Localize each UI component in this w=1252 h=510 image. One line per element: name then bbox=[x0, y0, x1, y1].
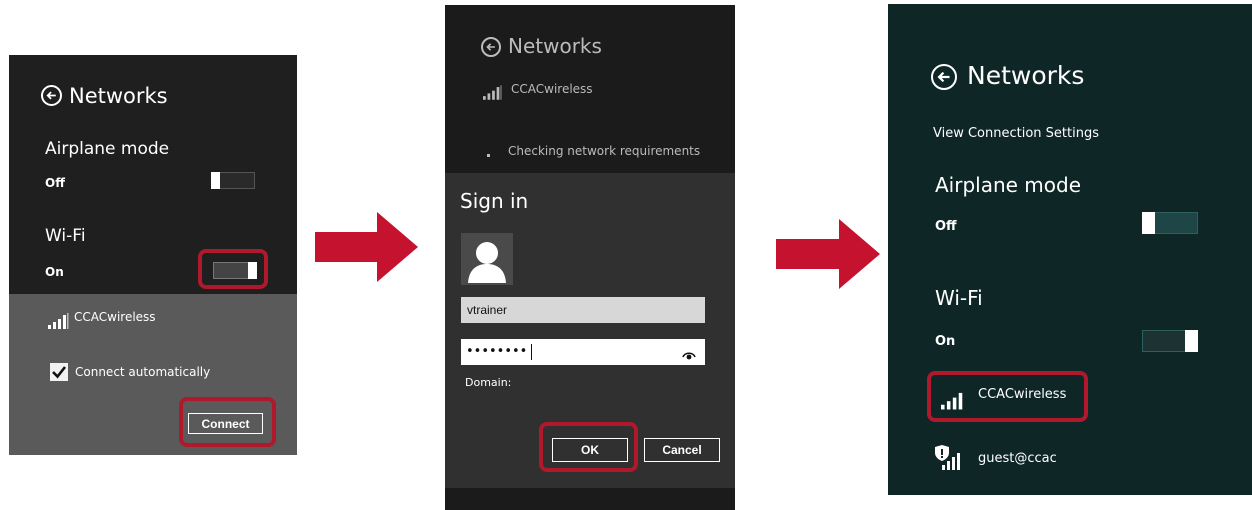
wifi-state: On bbox=[45, 265, 64, 279]
network-name-2[interactable]: guest@ccac bbox=[978, 451, 1057, 466]
check-icon bbox=[52, 366, 67, 379]
connect-automatically-label: Connect automatically bbox=[75, 365, 211, 379]
wifi-signal-icon bbox=[48, 313, 70, 329]
view-connection-settings-link[interactable]: View Connection Settings bbox=[933, 126, 1099, 141]
airplane-mode-label: Airplane mode bbox=[45, 139, 170, 159]
right-arrow-icon bbox=[315, 212, 418, 282]
wifi-label: Wi-Fi bbox=[45, 226, 86, 246]
wifi-toggle-highlight bbox=[198, 249, 268, 289]
connect-button-highlight bbox=[179, 397, 276, 447]
cancel-button[interactable]: Cancel bbox=[644, 438, 720, 462]
connect-automatically-checkbox[interactable] bbox=[50, 363, 68, 381]
connection-status: Checking network requirements bbox=[508, 144, 701, 158]
airplane-mode-state: Off bbox=[935, 219, 957, 234]
airplane-mode-label: Airplane mode bbox=[935, 173, 1082, 197]
dialog-title: Sign in bbox=[460, 189, 529, 213]
panel-title: Networks bbox=[967, 61, 1085, 90]
back-arrow-icon[interactable] bbox=[931, 64, 957, 90]
connected-network-highlight bbox=[927, 371, 1088, 422]
airplane-mode-toggle[interactable] bbox=[211, 172, 255, 189]
wifi-toggle[interactable] bbox=[1142, 330, 1198, 352]
back-arrow-icon[interactable] bbox=[481, 37, 501, 57]
secured-network-shield-icon bbox=[933, 445, 969, 471]
wifi-label: Wi-Fi bbox=[935, 286, 983, 310]
wifi-signal-icon bbox=[483, 85, 503, 100]
panel-title: Networks bbox=[508, 34, 602, 58]
reveal-password-eye-icon[interactable] bbox=[682, 346, 696, 360]
ok-button-highlight bbox=[539, 422, 638, 472]
progress-dot bbox=[487, 154, 490, 157]
password-input[interactable]: •••••••• bbox=[461, 339, 705, 365]
wifi-state: On bbox=[935, 334, 956, 349]
username-value: vtrainer bbox=[467, 303, 508, 317]
panel-title: Networks bbox=[69, 84, 168, 108]
network-name: CCACwireless bbox=[511, 82, 593, 96]
networks-panel-step-3: Networks View Connection Settings Airpla… bbox=[888, 4, 1252, 495]
domain-label: Domain: bbox=[465, 376, 512, 389]
password-value: •••••••• bbox=[466, 344, 528, 359]
networks-panel-step-1: Networks Airplane mode Off Wi-Fi On CCAC… bbox=[9, 55, 297, 455]
right-arrow-icon bbox=[776, 219, 880, 289]
text-caret bbox=[531, 344, 532, 360]
airplane-mode-toggle[interactable] bbox=[1142, 212, 1198, 234]
user-avatar-icon bbox=[461, 233, 513, 285]
networks-panel-step-2: Networks CCACwireless Checking network r… bbox=[445, 5, 735, 510]
username-input[interactable]: vtrainer bbox=[461, 297, 705, 323]
network-name[interactable]: CCACwireless bbox=[74, 310, 156, 324]
airplane-mode-state: Off bbox=[45, 176, 65, 190]
back-arrow-icon[interactable] bbox=[41, 85, 62, 106]
